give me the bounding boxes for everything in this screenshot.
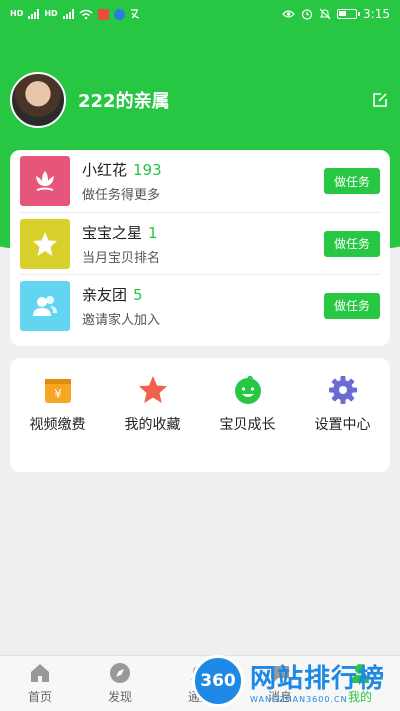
profile-name: 222的亲属 [78,91,170,112]
task-row-star: 宝宝之星 1 当月宝贝排名 做任务 [20,212,380,274]
tab-messages[interactable]: 消息 [240,656,320,711]
status-right: 3:15 [282,7,390,21]
tab-label: 消息 [267,690,292,704]
task-title-label: 小红花 [82,161,128,179]
task-text: 小红花 193 做任务得更多 [82,159,162,203]
bell-icon [191,666,209,680]
payment-icon: ¥ [44,379,71,403]
alarm-icon [301,9,313,20]
status-bar: HD HD 3:15 [0,0,400,28]
task-subtitle: 当月宝贝排名 [82,250,161,266]
avatar[interactable] [10,72,66,128]
task-icon-tile [20,156,70,206]
tab-label: 我的 [347,690,372,704]
do-task-button[interactable]: 做任务 [324,292,380,319]
grid-label: 视频缴费 [29,417,86,433]
gear-icon [328,376,357,404]
task-title-label: 宝宝之星 [82,223,143,242]
feature-grid: ¥ 视频缴费 我的收藏 宝贝成长 设置中心 [10,358,390,472]
task-count: 193 [133,161,162,179]
tab-label: 发现 [107,690,132,704]
star-icon [138,376,167,403]
mute-icon [319,8,331,20]
compass-icon [110,663,130,683]
task-subtitle: 邀请家人加入 [82,312,161,328]
users-icon [33,295,57,316]
eye-icon [282,10,295,18]
wifi-icon [79,9,93,19]
battery-icon [337,9,361,19]
edit-icon[interactable] [372,92,388,108]
do-task-button[interactable]: 做任务 [324,168,380,194]
task-icon-tile [20,218,70,269]
tab-bar: 首页 发现 通知 消息 我的 [0,655,400,711]
star-icon [33,231,57,256]
user-icon [351,664,369,683]
grid-label: 宝贝成长 [219,417,276,433]
tab-notifications[interactable]: 通知 [160,656,240,711]
tab-label: 通知 [187,690,212,704]
home-icon [31,664,49,682]
tab-mine[interactable]: 我的 [320,656,400,711]
do-task-button[interactable]: 做任务 [324,230,380,257]
app-notification-icon [97,8,109,20]
tab-home[interactable]: 首页 [0,656,80,711]
task-subtitle: 做任务得更多 [82,188,161,203]
grid-label: 我的收藏 [124,417,181,433]
grid-item-video-payment[interactable]: ¥ 视频缴费 [10,374,105,472]
signal-icon [28,9,40,19]
grid-label: 设置中心 [314,417,371,433]
grid-item-favorites[interactable]: 我的收藏 [105,374,200,472]
flower-icon [36,171,54,191]
status-left: HD HD [10,8,142,20]
grid-item-settings[interactable]: 设置中心 [295,374,390,472]
grid-item-growth[interactable]: 宝贝成长 [200,374,295,472]
hd-chip-2: HD [44,9,58,18]
translate-icon [130,9,139,19]
task-title: 小红花 193 [82,159,162,180]
task-text: 宝宝之星 1 当月宝贝排名 [82,222,160,266]
task-count: 5 [133,285,143,304]
task-row-family: 亲友团 5 邀请家人加入 做任务 [20,274,380,336]
svg-text:¥: ¥ [54,387,62,401]
task-row-flowers: 小红花 193 做任务得更多 做任务 [20,150,380,212]
app-notification-icon-2 [113,8,125,20]
hd-chip: HD [10,9,24,18]
chat-icon [271,666,289,682]
task-title: 亲友团 5 [82,284,160,305]
task-icon-tile [20,280,70,331]
task-count: 1 [148,223,158,242]
status-time: 3:15 [363,7,390,21]
task-title-label: 亲友团 [82,285,128,304]
tab-discover[interactable]: 发现 [80,656,160,711]
profile: 222的亲属 [10,72,170,128]
baby-icon [234,375,261,404]
task-card: 小红花 193 做任务得更多 做任务 宝宝之星 1 当月宝贝排名 做任务 亲友团 5 [10,150,390,346]
task-title: 宝宝之星 1 [82,222,160,243]
signal-icon-2 [62,9,74,19]
tab-label: 首页 [27,690,52,704]
task-text: 亲友团 5 邀请家人加入 [82,284,160,328]
